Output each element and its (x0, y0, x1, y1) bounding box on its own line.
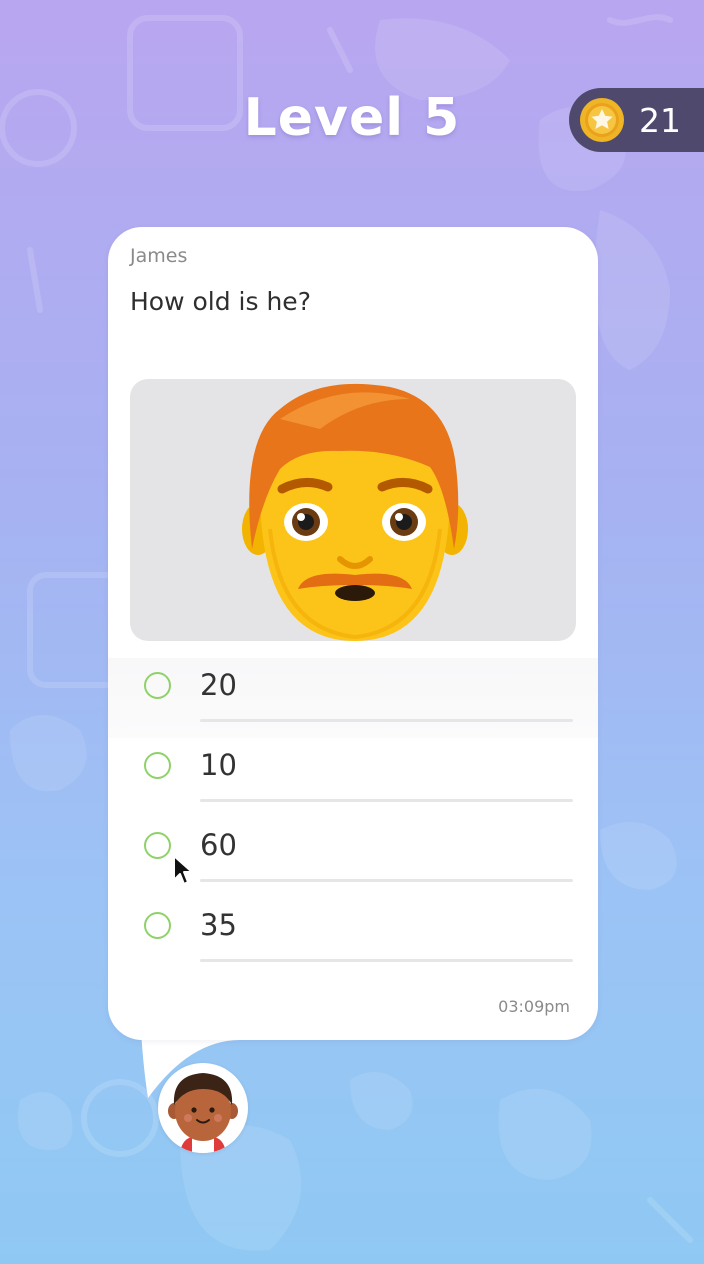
divider (200, 959, 573, 962)
message-timestamp: 03:09pm (498, 997, 570, 1016)
message-bubble: James How old is he? 20 10 60 35 03:09pm (108, 227, 598, 1040)
coin-counter[interactable]: 21 (569, 88, 704, 152)
answer-option[interactable]: 10 (108, 738, 598, 818)
man-emoji-icon (242, 383, 468, 641)
divider (200, 879, 573, 882)
question-text: How old is he? (130, 287, 311, 316)
mouse-pointer-icon (173, 855, 193, 885)
radio-button[interactable] (144, 832, 171, 859)
answer-options: 20 10 60 35 (108, 658, 598, 978)
avatar-face (168, 1073, 238, 1153)
answer-label: 20 (200, 668, 237, 702)
radio-button[interactable] (144, 672, 171, 699)
answer-option[interactable]: 35 (108, 898, 598, 978)
answer-label: 35 (200, 908, 237, 942)
answer-label: 60 (200, 828, 237, 862)
star-coin-icon (580, 98, 624, 142)
divider (200, 799, 573, 802)
divider (200, 719, 573, 722)
question-image (130, 379, 576, 641)
answer-option[interactable]: 20 (108, 658, 598, 738)
boy-avatar-icon[interactable] (158, 1063, 248, 1153)
sender-name: James (130, 245, 188, 267)
radio-button[interactable] (144, 752, 171, 779)
radio-button[interactable] (144, 912, 171, 939)
answer-label: 10 (200, 748, 237, 782)
coin-count: 21 (639, 100, 681, 140)
